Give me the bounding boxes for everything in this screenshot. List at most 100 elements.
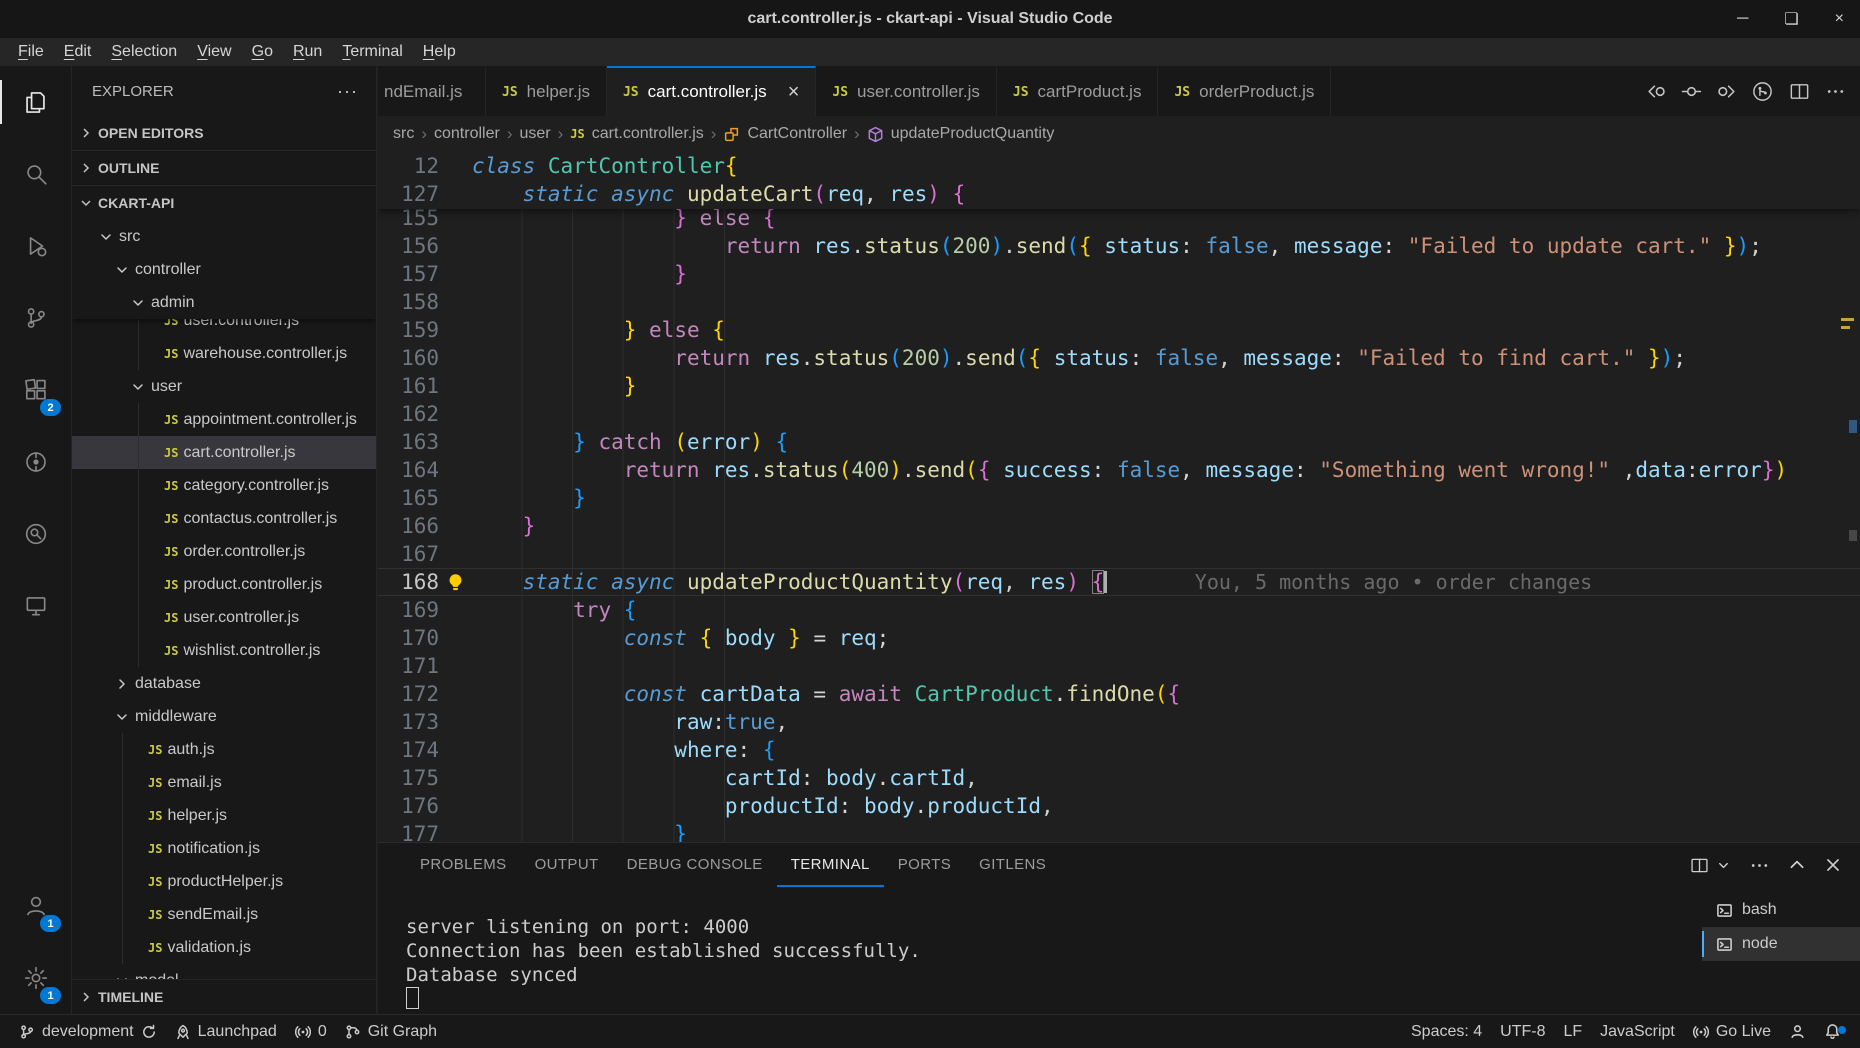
tab-cart.controller.js[interactable]: JScart.controller.js×	[607, 66, 816, 116]
code-line-177[interactable]: 177 }	[378, 820, 1860, 842]
tree-file-notification.js[interactable]: JSnotification.js	[72, 832, 376, 865]
sync-icon[interactable]	[141, 1024, 157, 1040]
go-live-status[interactable]: Go Live	[1684, 1023, 1780, 1041]
tree-file-appointment.controller.js[interactable]: JSappointment.controller.js	[72, 403, 376, 436]
code-editor[interactable]: 155 } else {156 return res.status(200).s…	[378, 152, 1860, 842]
tree-file-helper.js[interactable]: JShelper.js	[72, 799, 376, 832]
line-number[interactable]: 167	[378, 540, 439, 568]
line-number[interactable]: 169	[378, 596, 439, 624]
code-line-162[interactable]: 162	[378, 400, 1860, 428]
sidebar-more-actions[interactable]: ···	[337, 81, 358, 102]
menu-terminal[interactable]: Terminal	[332, 42, 412, 62]
line-number[interactable]: 173	[378, 708, 439, 736]
git-graph-status[interactable]: Git Graph	[336, 1023, 446, 1041]
menu-go[interactable]: Go	[242, 42, 283, 62]
terminal-instance-node[interactable]: node	[1702, 927, 1860, 961]
tree-folder-database[interactable]: database	[72, 667, 376, 700]
source-control-activity-button[interactable]	[0, 282, 71, 354]
tree-file-product.controller.js[interactable]: JSproduct.controller.js	[72, 568, 376, 601]
line-number[interactable]: 162	[378, 400, 439, 428]
explorer-activity-button[interactable]	[0, 66, 71, 138]
code-line-161[interactable]: 161 }	[378, 372, 1860, 400]
code-line-170[interactable]: 170 const { body } = req;	[378, 624, 1860, 652]
line-number[interactable]: 164	[378, 456, 439, 484]
feedback-status[interactable]: 0	[286, 1023, 336, 1041]
extensions-activity-button[interactable]: 2	[0, 354, 71, 426]
code-line-168[interactable]: 168 static async updateProductQuantity(r…	[378, 568, 1860, 596]
tree-file-user.controller.js[interactable]: JSuser.controller.js	[72, 601, 376, 634]
tab-cartProduct.js[interactable]: JScartProduct.js	[997, 66, 1159, 116]
line-number[interactable]: 170	[378, 624, 439, 652]
line-number[interactable]: 174	[378, 736, 439, 764]
tree-folder-admin[interactable]: admin	[72, 286, 376, 319]
encoding-status[interactable]: UTF-8	[1491, 1023, 1554, 1041]
tree-folder-src[interactable]: src	[72, 220, 376, 253]
tree-file-validation.js[interactable]: JSvalidation.js	[72, 931, 376, 964]
code-line-127[interactable]: 127 static async updateCart(req, res) {	[378, 180, 1860, 208]
settings-gear-activity-button[interactable]: 1	[0, 942, 71, 1014]
tree-folder-user[interactable]: user	[72, 370, 376, 403]
line-number[interactable]: 177	[378, 820, 439, 842]
notifications-status[interactable]	[1815, 1023, 1850, 1040]
tree-file-contactus.controller.js[interactable]: JScontactus.controller.js	[72, 502, 376, 535]
line-number[interactable]: 12	[378, 152, 439, 180]
breadcrumb-controller[interactable]: controller	[434, 125, 500, 143]
breadcrumb-src[interactable]: src	[393, 125, 414, 143]
line-number[interactable]: 175	[378, 764, 439, 792]
tab-helper.js[interactable]: JShelper.js	[486, 66, 607, 116]
tree-file-wishlist.controller.js[interactable]: JSwishlist.controller.js	[72, 634, 376, 667]
section-timeline[interactable]: TIMELINE	[72, 979, 376, 1014]
line-number[interactable]: 163	[378, 428, 439, 456]
code-line-172[interactable]: 172 const cartData = await CartProduct.f…	[378, 680, 1860, 708]
code-line-156[interactable]: 156 return res.status(200).send({ status…	[378, 232, 1860, 260]
tab-ndEmail.js[interactable]: ndEmail.js	[378, 66, 486, 116]
code-line-167[interactable]: 167	[378, 540, 1860, 568]
tree-file-warehouse.controller.js[interactable]: JSwarehouse.controller.js	[72, 337, 376, 370]
account-status[interactable]	[1780, 1023, 1815, 1040]
tree-file-category.controller.js[interactable]: JScategory.controller.js	[72, 469, 376, 502]
panel-tab-debug-console[interactable]: DEBUG CONSOLE	[613, 843, 777, 887]
section-open-editors[interactable]: OPEN EDITORS	[72, 116, 376, 150]
gitlens-current-icon[interactable]	[1681, 81, 1702, 102]
code-line-169[interactable]: 169 try {	[378, 596, 1860, 624]
git-graph-circle-icon[interactable]	[1751, 80, 1774, 103]
gitlens-forward-icon[interactable]	[1716, 81, 1737, 102]
code-line-158[interactable]: 158	[378, 288, 1860, 316]
code-line-176[interactable]: 176 productId: body.productId,	[378, 792, 1860, 820]
breadcrumb[interactable]: src›controller›user›JScart.controller.js…	[378, 116, 1860, 152]
line-number[interactable]: 171	[378, 652, 439, 680]
restore-button[interactable]: ❏	[1784, 9, 1798, 29]
tree-file-order.controller.js[interactable]: JSorder.controller.js	[72, 535, 376, 568]
remote-explorer-activity-button[interactable]	[0, 570, 71, 642]
line-number[interactable]: 176	[378, 792, 439, 820]
breadcrumb-symbol-CartController[interactable]: CartController	[747, 125, 847, 143]
code-line-12[interactable]: 12class CartController{	[378, 152, 1860, 180]
panel-tab-problems[interactable]: PROBLEMS	[406, 843, 521, 887]
split-terminal-icon[interactable]	[1689, 855, 1710, 876]
code-line-165[interactable]: 165 }	[378, 484, 1860, 512]
menu-help[interactable]: Help	[413, 42, 466, 62]
menu-edit[interactable]: Edit	[54, 42, 102, 62]
close-tab-icon[interactable]: ×	[788, 82, 800, 102]
tree-folder-controller[interactable]: controller	[72, 253, 376, 286]
line-number[interactable]: 166	[378, 512, 439, 540]
breadcrumb-user[interactable]: user	[519, 125, 550, 143]
code-line-173[interactable]: 173 raw:true,	[378, 708, 1860, 736]
line-number[interactable]: 165	[378, 484, 439, 512]
line-number[interactable]: 157	[378, 260, 439, 288]
panel-tab-gitlens[interactable]: GITLENS	[965, 843, 1060, 887]
git-branch-status[interactable]: development	[10, 1023, 166, 1041]
menu-selection[interactable]: Selection	[101, 42, 187, 62]
line-number[interactable]: 127	[378, 180, 439, 208]
run-debug-activity-button[interactable]	[0, 210, 71, 282]
close-button[interactable]: ×	[1835, 10, 1844, 28]
section-outline[interactable]: OUTLINE	[72, 150, 376, 185]
section-project[interactable]: CKART-API	[72, 185, 376, 220]
panel-tab-terminal[interactable]: TERMINAL	[777, 843, 884, 887]
terminal-instance-bash[interactable]: bash	[1702, 893, 1860, 927]
breadcrumb-symbol-updateProductQuantity[interactable]: updateProductQuantity	[891, 125, 1055, 143]
code-line-166[interactable]: 166 }	[378, 512, 1860, 540]
panel-tab-ports[interactable]: PORTS	[884, 843, 965, 887]
tree-file-user.controller.js[interactable]: JSuser.controller.js	[72, 319, 376, 337]
tree-file-auth.js[interactable]: JSauth.js	[72, 733, 376, 766]
